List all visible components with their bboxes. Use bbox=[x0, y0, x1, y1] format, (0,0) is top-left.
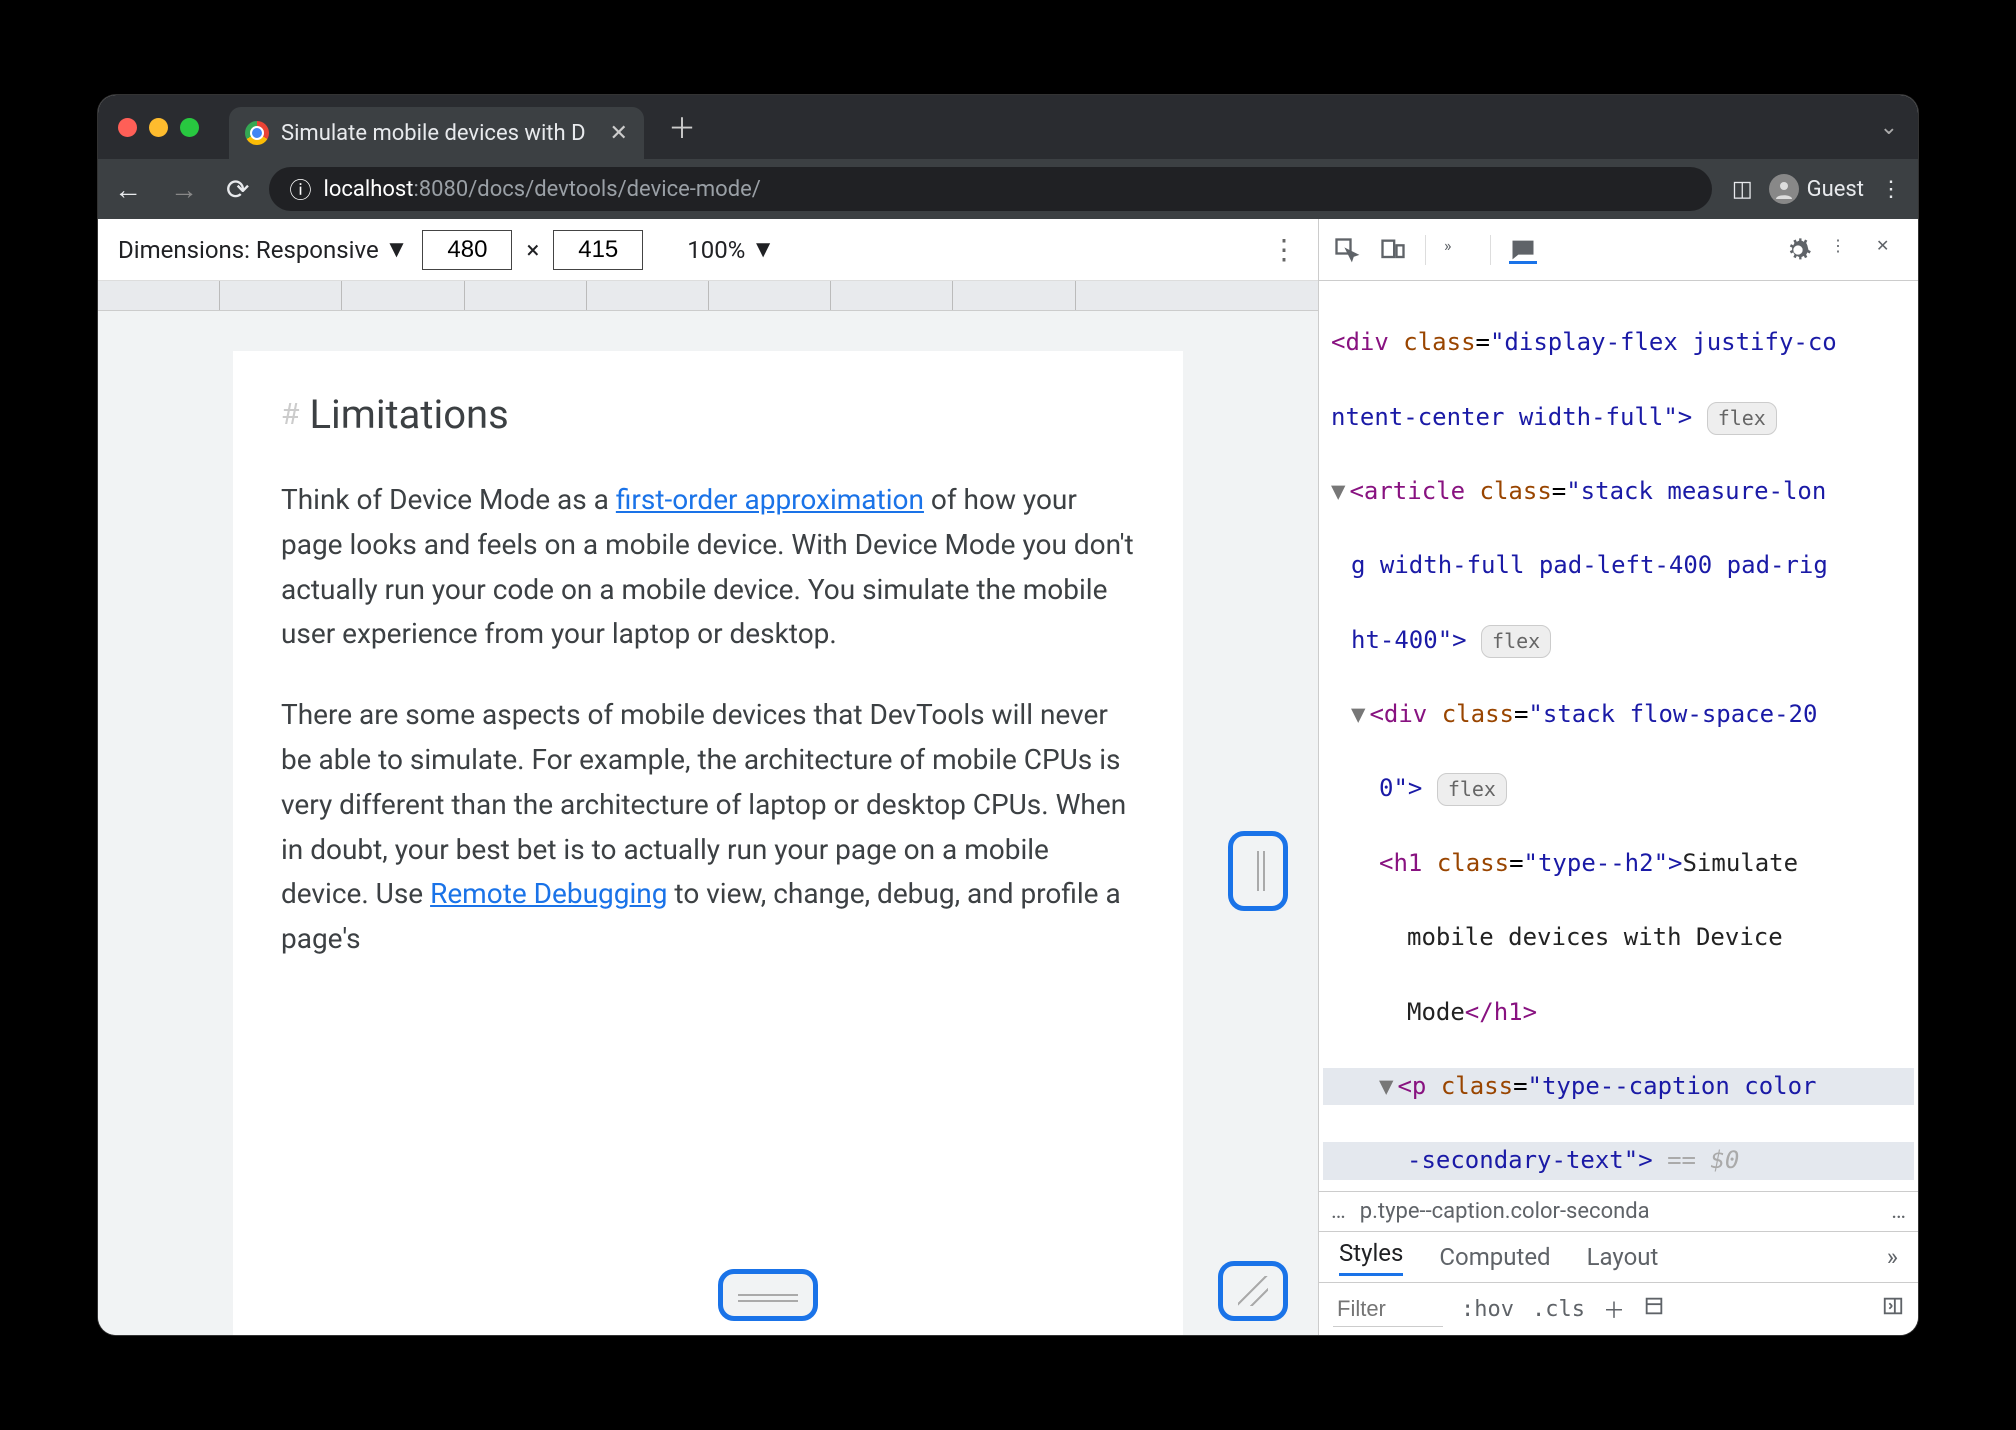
reload-button[interactable]: ⟳ bbox=[226, 173, 249, 206]
times-label: × bbox=[526, 236, 539, 264]
browser-tab[interactable]: Simulate mobile devices with D ✕ bbox=[229, 107, 644, 159]
tab-layout[interactable]: Layout bbox=[1587, 1243, 1659, 1271]
tab-computed[interactable]: Computed bbox=[1439, 1243, 1550, 1271]
crumb-selected[interactable]: p.type--caption.color-seconda bbox=[1360, 1199, 1650, 1224]
forward-button[interactable]: → bbox=[170, 173, 198, 206]
height-input[interactable] bbox=[553, 230, 643, 270]
dimensions-select[interactable]: Dimensions: Responsive▼ bbox=[118, 235, 408, 264]
chrome-menu-icon[interactable]: ⋮ bbox=[1880, 177, 1902, 202]
link-remote-debugging[interactable]: Remote Debugging bbox=[430, 877, 667, 910]
hov-button[interactable]: :hov bbox=[1461, 1297, 1514, 1322]
chrome-favicon-icon bbox=[245, 121, 269, 145]
flex-badge[interactable]: flex bbox=[1481, 625, 1551, 658]
zoom-select[interactable]: 100%▼ bbox=[687, 235, 775, 264]
flex-badge[interactable]: flex bbox=[1707, 402, 1777, 435]
resize-handle-bottom[interactable] bbox=[718, 1269, 818, 1321]
back-button[interactable]: ← bbox=[114, 173, 142, 206]
tab-search-icon[interactable]: ⌄ bbox=[1880, 115, 1898, 140]
resize-handle-corner[interactable] bbox=[1218, 1261, 1288, 1321]
devtools-toolbar: » ⋮ ✕ bbox=[1319, 219, 1918, 281]
window-controls bbox=[118, 118, 199, 137]
device-more-icon[interactable]: ⋮ bbox=[1270, 233, 1298, 266]
cls-button[interactable]: .cls bbox=[1532, 1297, 1585, 1322]
crumb-more-right[interactable]: … bbox=[1891, 1199, 1906, 1224]
profile-button[interactable]: Guest bbox=[1769, 174, 1864, 204]
resize-handle-right[interactable] bbox=[1228, 831, 1288, 911]
new-style-rule-icon[interactable]: ＋ bbox=[1603, 1293, 1625, 1325]
device-viewport: Dimensions: Responsive▼ × 100%▼ ⋮ # Limi… bbox=[98, 219, 1318, 1335]
styles-filter-input[interactable] bbox=[1333, 1292, 1443, 1327]
tab-styles[interactable]: Styles bbox=[1339, 1239, 1403, 1276]
titlebar: Simulate mobile devices with D ✕ ＋ ⌄ bbox=[98, 95, 1918, 159]
computed-styles-icon[interactable] bbox=[1643, 1295, 1665, 1323]
device-toggle-icon[interactable] bbox=[1379, 236, 1407, 264]
browser-window: Simulate mobile devices with D ✕ ＋ ⌄ ← →… bbox=[98, 95, 1918, 1335]
messages-icon[interactable] bbox=[1509, 236, 1537, 264]
address-bar: ← → ⟳ ⓘ localhost:8080/docs/devtools/dev… bbox=[98, 159, 1918, 219]
toggle-sidebar-icon[interactable] bbox=[1882, 1295, 1904, 1323]
tab-title: Simulate mobile devices with D bbox=[281, 121, 586, 146]
page-heading: # Limitations bbox=[281, 391, 1135, 438]
hash-icon: # bbox=[281, 397, 299, 432]
devtools-panel: » ⋮ ✕ <div class="display-flex justify-c… bbox=[1318, 219, 1918, 1335]
devtools-menu-icon[interactable]: ⋮ bbox=[1830, 236, 1858, 264]
profile-label: Guest bbox=[1807, 177, 1864, 202]
more-tabs-icon[interactable]: » bbox=[1444, 236, 1472, 264]
paragraph-2: There are some aspects of mobile devices… bbox=[281, 693, 1135, 962]
maximize-window-button[interactable] bbox=[180, 118, 199, 137]
width-input[interactable] bbox=[422, 230, 512, 270]
settings-icon[interactable] bbox=[1784, 236, 1812, 264]
styles-filter-bar: :hov .cls ＋ bbox=[1319, 1283, 1918, 1335]
paragraph-1: Think of Device Mode as a first-order ap… bbox=[281, 478, 1135, 657]
url-host: localhost bbox=[323, 177, 413, 202]
close-window-button[interactable] bbox=[118, 118, 137, 137]
device-toolbar: Dimensions: Responsive▼ × 100%▼ ⋮ bbox=[98, 219, 1318, 281]
styles-tabstrip: Styles Computed Layout » bbox=[1319, 1231, 1918, 1283]
side-panel-icon[interactable]: ◫ bbox=[1732, 177, 1753, 202]
flex-badge[interactable]: flex bbox=[1437, 773, 1507, 806]
crumb-more-left[interactable]: … bbox=[1331, 1199, 1346, 1224]
close-tab-icon[interactable]: ✕ bbox=[610, 121, 628, 146]
site-info-icon[interactable]: ⓘ bbox=[289, 173, 311, 205]
selected-dom-node[interactable]: ▼<p class="type--caption color bbox=[1323, 1068, 1914, 1105]
minimize-window-button[interactable] bbox=[149, 118, 168, 137]
elements-dom-tree[interactable]: <div class="display-flex justify-co nten… bbox=[1319, 281, 1918, 1191]
new-tab-button[interactable]: ＋ bbox=[668, 107, 696, 147]
close-devtools-icon[interactable]: ✕ bbox=[1876, 236, 1904, 264]
inspect-element-icon[interactable] bbox=[1333, 236, 1361, 264]
link-first-order[interactable]: first-order approximation bbox=[616, 483, 924, 516]
tab-more-icon[interactable]: » bbox=[1887, 1243, 1898, 1271]
ruler bbox=[98, 281, 1318, 311]
rendered-page: # Limitations Think of Device Mode as a … bbox=[233, 351, 1183, 1335]
omnibox[interactable]: ⓘ localhost:8080/docs/devtools/device-mo… bbox=[269, 167, 1711, 211]
url-path: :8080/docs/devtools/device-mode/ bbox=[413, 177, 760, 202]
avatar-icon bbox=[1769, 174, 1799, 204]
breadcrumb-bar[interactable]: … p.type--caption.color-seconda … bbox=[1319, 1191, 1918, 1231]
